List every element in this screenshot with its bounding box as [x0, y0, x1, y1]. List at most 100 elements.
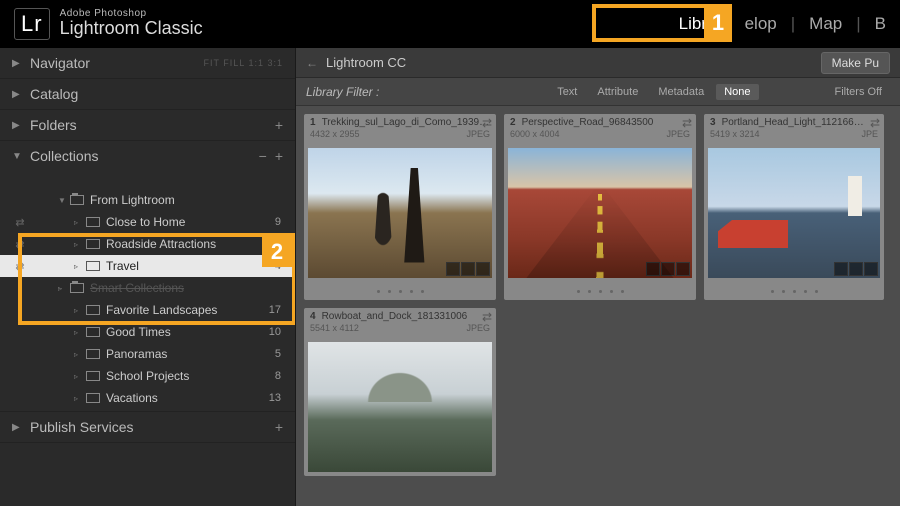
- item-count: 7: [275, 238, 281, 250]
- cell-index: 1: [310, 116, 316, 129]
- chevron-right-icon: ▹: [74, 218, 84, 227]
- badge-icon: [476, 262, 490, 276]
- add-folder-icon[interactable]: +: [275, 117, 283, 133]
- tree-row-vacations[interactable]: ▹ Vacations 13: [0, 387, 295, 409]
- remove-collection-icon[interactable]: −: [259, 148, 267, 164]
- badge-icon: [676, 262, 690, 276]
- chevron-right-icon: ▶: [12, 422, 22, 433]
- tab-map[interactable]: Map: [809, 14, 842, 34]
- tab-library[interactable]: Library: [679, 14, 731, 34]
- chevron-right-icon: ▹: [74, 262, 84, 271]
- tree-row-hidden[interactable]: [0, 173, 295, 189]
- panel-label: Collections: [30, 148, 98, 164]
- filter-metadata[interactable]: Metadata: [650, 84, 712, 100]
- tree-row-panoramas[interactable]: ▹ Panoramas 5: [0, 343, 295, 365]
- tree-row-travel[interactable]: ⇄ ▹ Travel 4: [0, 255, 295, 277]
- filter-label: Library Filter :: [306, 85, 379, 99]
- back-arrow-icon[interactable]: ←: [306, 56, 318, 70]
- tree-row-from-lightroom[interactable]: ▼ From Lightroom: [0, 189, 295, 211]
- sync-icon: ⇄: [10, 216, 30, 229]
- tree-label: Favorite Landscapes: [106, 303, 217, 317]
- tab-book[interactable]: B: [875, 14, 886, 34]
- filters-off[interactable]: Filters Off: [827, 84, 890, 100]
- tree-label: Good Times: [106, 325, 171, 339]
- chevron-right-icon: ▶: [12, 120, 22, 131]
- chevron-right-icon: ▶: [12, 58, 22, 69]
- thumbnail-image[interactable]: [308, 148, 492, 278]
- collection-icon: [86, 239, 100, 249]
- cell-filename: Trekking_sul_Lago_di_Como_193948354: [322, 116, 490, 129]
- rating-dots[interactable]: [504, 282, 696, 300]
- tree-label: Vacations: [106, 391, 158, 405]
- collection-icon: [86, 371, 100, 381]
- tree-row-good-times[interactable]: ▹ Good Times 10: [0, 321, 295, 343]
- tree-row-roadside[interactable]: ⇄ ▹ Roadside Attractions 7: [0, 233, 295, 255]
- rating-dots[interactable]: [304, 282, 496, 300]
- grid-cell[interactable]: 4 Rowboat_and_Dock_181331006 5541 x 4112…: [304, 308, 496, 476]
- panel-publish[interactable]: ▶ Publish Services +: [0, 412, 295, 442]
- grid-cell[interactable]: 3 Portland_Head_Light_112166… 5419 x 321…: [704, 114, 884, 300]
- cell-header: 1 Trekking_sul_Lago_di_Como_193948354 44…: [304, 114, 496, 144]
- filter-none[interactable]: None: [716, 84, 758, 100]
- badge-icon: [646, 262, 660, 276]
- navigator-zoom-hints[interactable]: FIT FILL 1:1 3:1: [203, 58, 283, 68]
- item-count: 5: [275, 348, 281, 360]
- cell-dimensions: 5541 x 4112: [310, 323, 359, 335]
- cell-filetype: JPEG: [466, 323, 490, 335]
- filter-attribute[interactable]: Attribute: [589, 84, 646, 100]
- cell-index: 3: [710, 116, 716, 129]
- add-collection-icon[interactable]: +: [275, 148, 283, 164]
- cell-filetype: JPEG: [466, 129, 490, 141]
- collection-set-icon: [70, 283, 84, 293]
- tab-develop[interactable]: elop: [745, 14, 777, 34]
- thumbnail-image[interactable]: [308, 342, 492, 472]
- tree-row-favorite[interactable]: ▹ Favorite Landscapes 17: [0, 299, 295, 321]
- thumbnail-grid: 1 Trekking_sul_Lago_di_Como_193948354 44…: [296, 106, 900, 506]
- item-count: 10: [269, 326, 281, 338]
- tree-row-close-to-home[interactable]: ⇄ ▹ Close to Home 9: [0, 211, 295, 233]
- cell-dimensions: 4432 x 2955: [310, 129, 360, 141]
- panel-folders[interactable]: ▶ Folders +: [0, 110, 295, 140]
- chevron-right-icon: ▶: [12, 89, 22, 100]
- collection-icon: [86, 349, 100, 359]
- chevron-right-icon: ▹: [58, 284, 68, 293]
- panel-catalog[interactable]: ▶ Catalog: [0, 79, 295, 109]
- sync-icon: ⇄: [10, 260, 30, 273]
- panel-label: Navigator: [30, 55, 90, 71]
- tree-row-school[interactable]: ▹ School Projects 8: [0, 365, 295, 387]
- app-header: Lr Adobe Photoshop Lightroom Classic Lib…: [0, 0, 900, 48]
- cell-dimensions: 6000 x 4004: [510, 129, 560, 141]
- make-public-button[interactable]: Make Pu: [821, 52, 890, 74]
- chevron-right-icon: ▹: [74, 350, 84, 359]
- tree-label: School Projects: [106, 369, 189, 383]
- sync-pin-icon[interactable]: ⇄: [870, 116, 880, 130]
- thumbnail-image[interactable]: [708, 148, 880, 278]
- rating-dots[interactable]: [704, 282, 884, 300]
- app-title-block: Adobe Photoshop Lightroom Classic: [60, 9, 203, 39]
- thumbnail-image[interactable]: [508, 148, 692, 278]
- app-logo: Lr: [14, 8, 50, 40]
- collection-set-icon: [70, 195, 84, 205]
- panel-navigator[interactable]: ▶ Navigator FIT FILL 1:1 3:1: [0, 48, 295, 78]
- item-count: 4: [275, 260, 281, 272]
- chevron-right-icon: ▹: [74, 372, 84, 381]
- add-publish-icon[interactable]: +: [275, 419, 283, 435]
- badge-icon: [849, 262, 863, 276]
- sync-pin-icon[interactable]: ⇄: [482, 310, 492, 324]
- chevron-down-icon: ▼: [58, 196, 68, 205]
- breadcrumb-bar: ← Lightroom CC Make Pu: [296, 48, 900, 78]
- cell-filename: Rowboat_and_Dock_181331006: [322, 310, 490, 323]
- chevron-right-icon: ▹: [74, 306, 84, 315]
- grid-cell[interactable]: 2 Perspective_Road_96843500 6000 x 4004 …: [504, 114, 696, 300]
- tree-row-smart[interactable]: ▹ Smart Collections: [0, 277, 295, 299]
- tree-label: From Lightroom: [90, 193, 175, 207]
- tab-separator: |: [791, 14, 795, 34]
- tree-label: Smart Collections: [90, 281, 184, 295]
- filter-text[interactable]: Text: [549, 84, 585, 100]
- tree-label: Travel: [106, 259, 139, 273]
- sync-pin-icon[interactable]: ⇄: [482, 116, 492, 130]
- panel-collections[interactable]: ▼ Collections − +: [0, 141, 295, 171]
- sync-icon: ⇄: [10, 238, 30, 251]
- grid-cell[interactable]: 1 Trekking_sul_Lago_di_Como_193948354 44…: [304, 114, 496, 300]
- sync-pin-icon[interactable]: ⇄: [682, 116, 692, 130]
